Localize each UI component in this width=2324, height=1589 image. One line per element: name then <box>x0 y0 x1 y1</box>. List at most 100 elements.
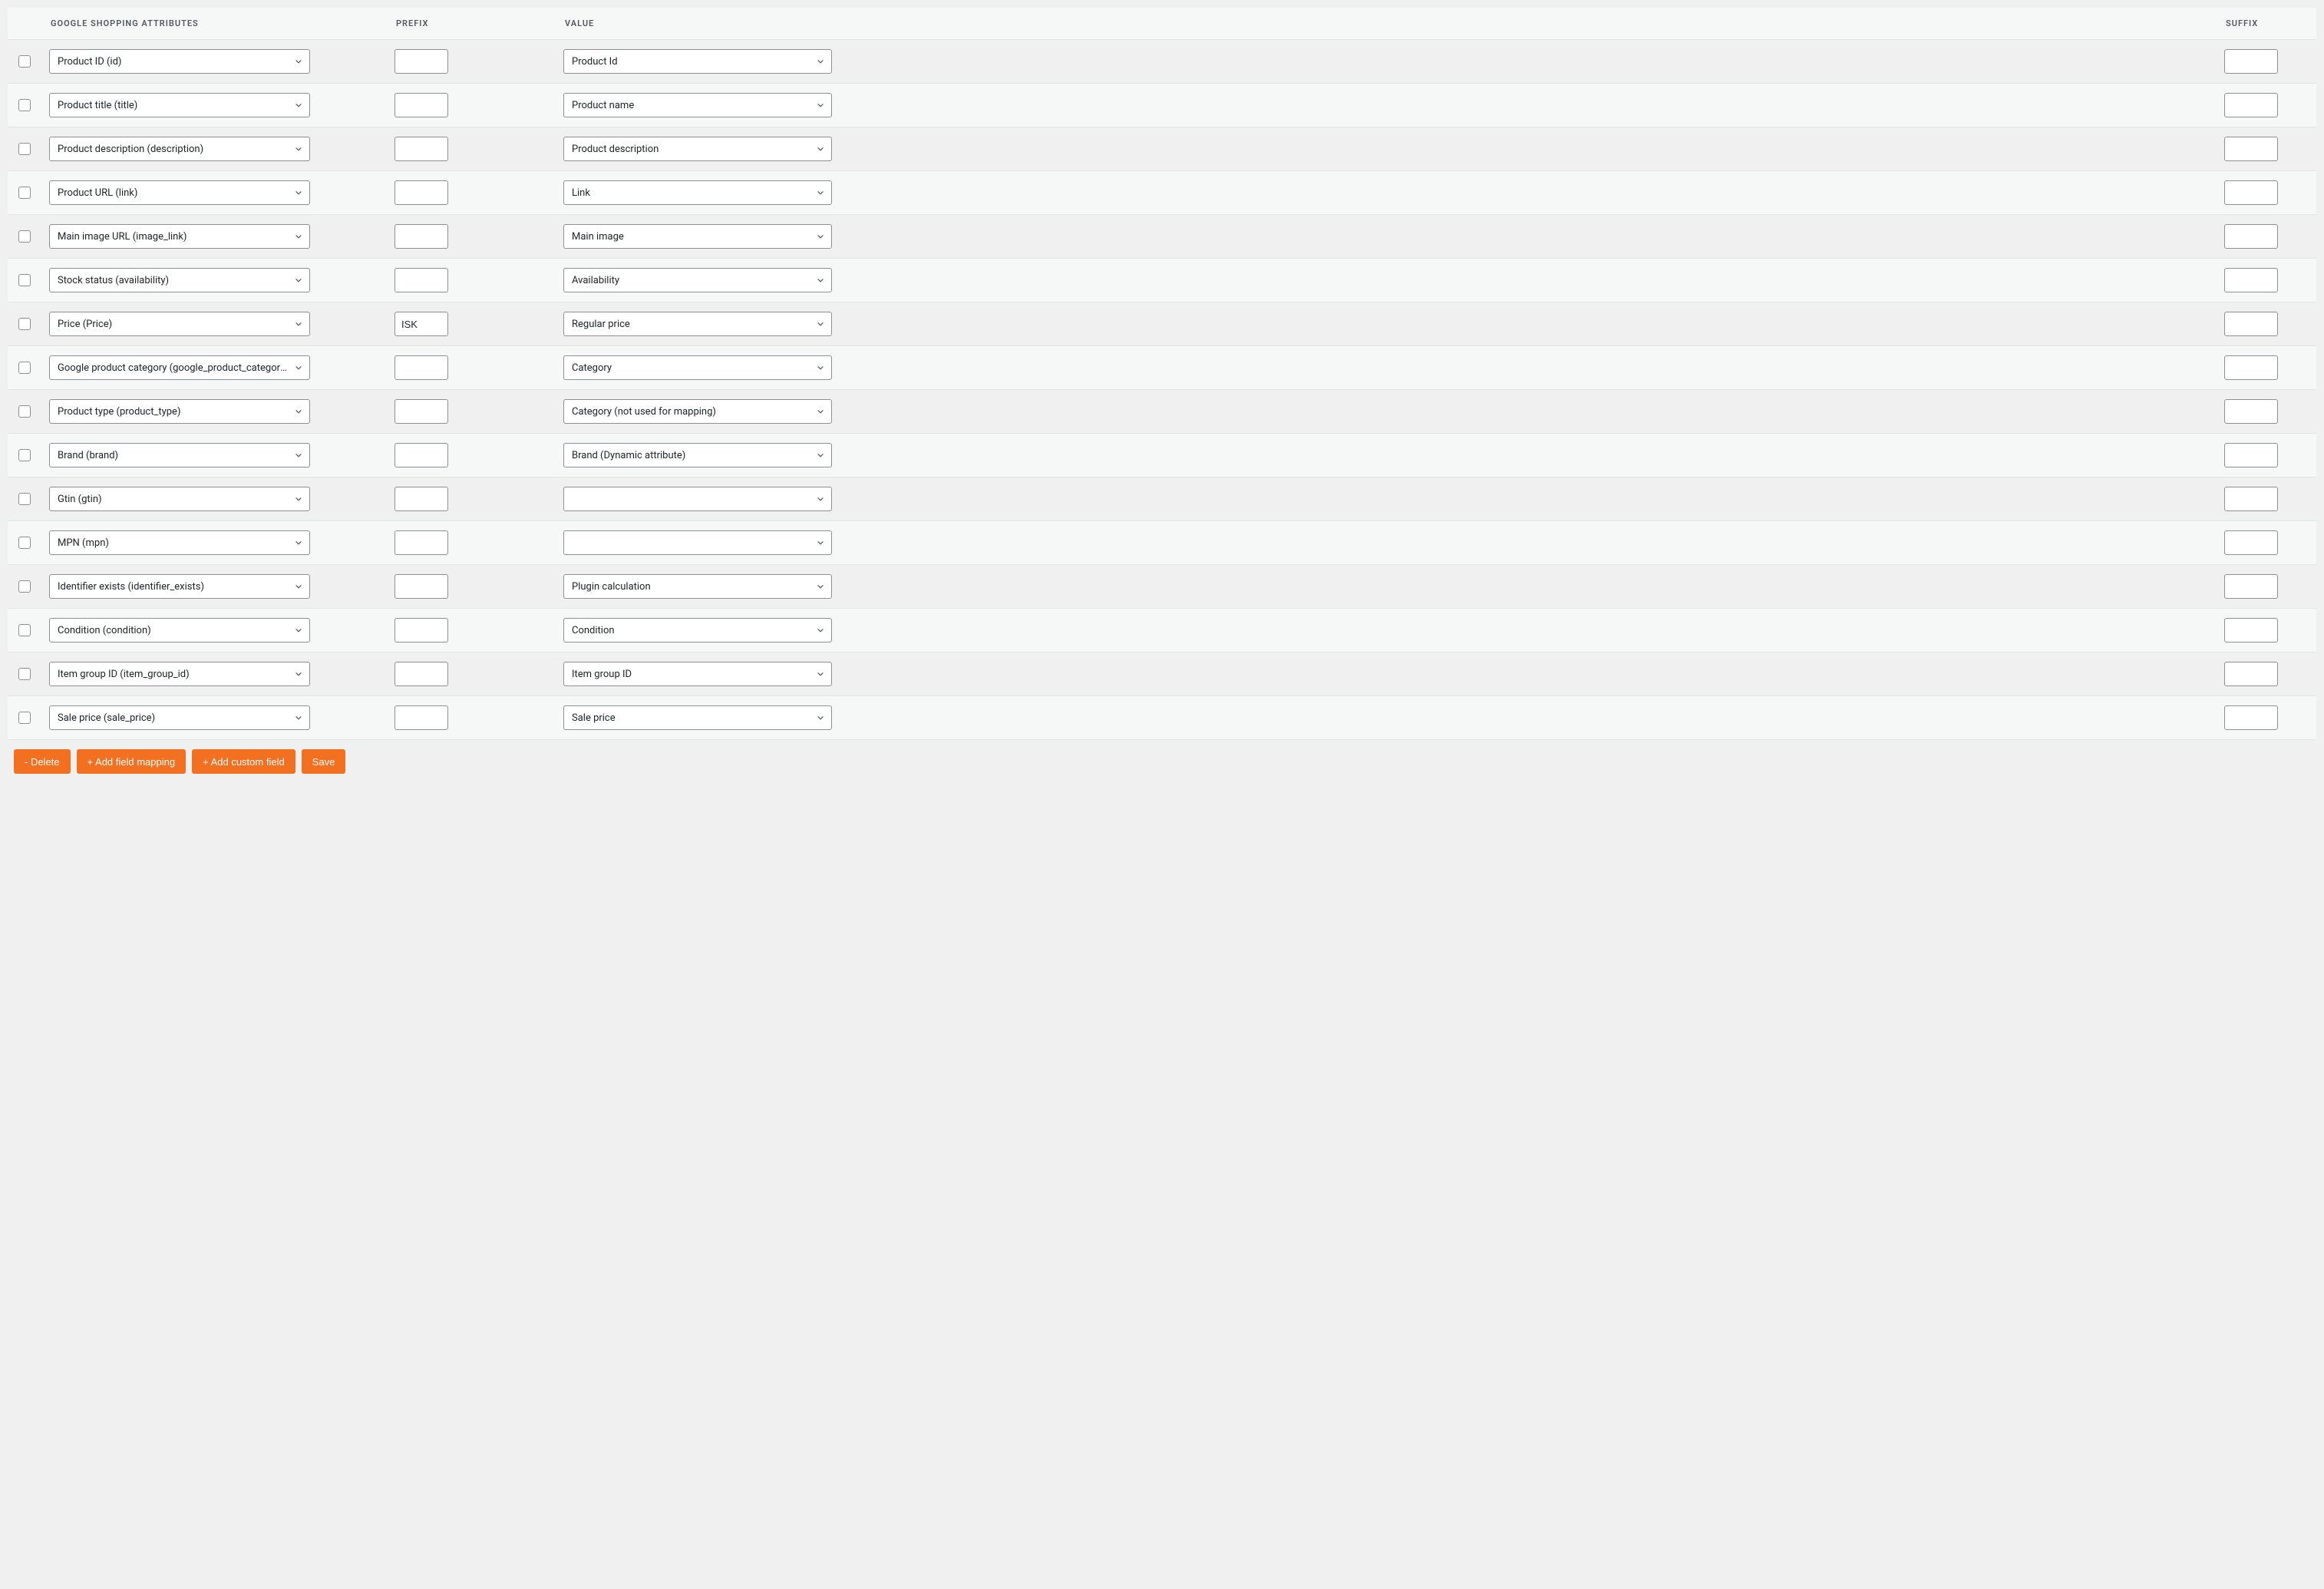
value-select[interactable]: Link <box>563 180 832 205</box>
row-checkbox[interactable] <box>18 580 31 593</box>
suffix-input[interactable] <box>2224 487 2278 511</box>
value-select[interactable] <box>563 530 832 555</box>
prefix-input[interactable] <box>394 180 448 205</box>
suffix-input[interactable] <box>2224 224 2278 249</box>
value-select[interactable] <box>563 487 832 511</box>
value-select[interactable]: Product name <box>563 93 832 117</box>
add-field-mapping-button[interactable]: + Add field mapping <box>77 749 187 774</box>
suffix-input[interactable] <box>2224 180 2278 205</box>
attribute-select-text: Google product category (google_product_… <box>50 362 309 374</box>
suffix-input[interactable] <box>2224 662 2278 686</box>
suffix-input[interactable] <box>2224 49 2278 74</box>
prefix-input[interactable] <box>394 618 448 643</box>
suffix-input[interactable] <box>2224 705 2278 730</box>
suffix-input[interactable] <box>2224 355 2278 380</box>
suffix-input[interactable] <box>2224 443 2278 467</box>
attribute-select[interactable]: Condition (condition) <box>49 618 310 643</box>
row-checkbox[interactable] <box>18 99 31 111</box>
table-row: Brand (brand) Brand (Dynamic attribute) <box>8 434 2316 477</box>
attribute-select-text: Price (Price) <box>50 319 309 330</box>
attribute-select-text: Brand (brand) <box>50 450 309 461</box>
row-checkbox[interactable] <box>18 230 31 243</box>
prefix-input[interactable] <box>394 399 448 424</box>
value-select[interactable]: Availability <box>563 268 832 292</box>
row-checkbox[interactable] <box>18 55 31 68</box>
prefix-input[interactable] <box>394 268 448 292</box>
table-row: Gtin (gtin) <box>8 477 2316 521</box>
value-select[interactable]: Product Id <box>563 49 832 74</box>
prefix-input[interactable] <box>394 530 448 555</box>
save-button[interactable]: Save <box>302 749 346 774</box>
row-checkbox[interactable] <box>18 449 31 461</box>
attribute-select[interactable]: Product type (product_type) <box>49 399 310 424</box>
prefix-input[interactable] <box>394 355 448 380</box>
value-select[interactable]: Brand (Dynamic attribute) <box>563 443 832 467</box>
suffix-input[interactable] <box>2224 268 2278 292</box>
value-select-text: Category (not used for mapping) <box>564 406 831 418</box>
prefix-input[interactable] <box>394 705 448 730</box>
prefix-input[interactable] <box>394 662 448 686</box>
row-checkbox[interactable] <box>18 668 31 680</box>
row-checkbox[interactable] <box>18 712 31 724</box>
row-checkbox[interactable] <box>18 143 31 155</box>
attribute-select[interactable]: Main image URL (image_link) <box>49 224 310 249</box>
attribute-select[interactable]: MPN (mpn) <box>49 530 310 555</box>
row-checkbox[interactable] <box>18 493 31 505</box>
table-row: Product title (title) Product name <box>8 84 2316 127</box>
value-select-text: Link <box>564 187 831 199</box>
attribute-select-text: Condition (condition) <box>50 625 309 636</box>
value-select[interactable]: Sale price <box>563 705 832 730</box>
prefix-input[interactable] <box>394 49 448 74</box>
value-select-text: Regular price <box>564 319 831 330</box>
attribute-select[interactable]: Product title (title) <box>49 93 310 117</box>
attribute-select[interactable]: Gtin (gtin) <box>49 487 310 511</box>
prefix-input[interactable] <box>394 312 448 336</box>
add-custom-field-button[interactable]: + Add custom field <box>192 749 295 774</box>
value-select[interactable]: Category (not used for mapping) <box>563 399 832 424</box>
value-select[interactable]: Plugin calculation <box>563 574 832 599</box>
value-select[interactable]: Item group ID <box>563 662 832 686</box>
attribute-select[interactable]: Product description (description) <box>49 137 310 161</box>
attribute-select[interactable]: Stock status (availability) <box>49 268 310 292</box>
row-checkbox[interactable] <box>18 624 31 636</box>
attribute-select[interactable]: Sale price (sale_price) <box>49 705 310 730</box>
attribute-select[interactable]: Product ID (id) <box>49 49 310 74</box>
delete-button[interactable]: - Delete <box>14 749 71 774</box>
table-row: Product URL (link) Link <box>8 171 2316 215</box>
suffix-input[interactable] <box>2224 618 2278 643</box>
attribute-select[interactable]: Brand (brand) <box>49 443 310 467</box>
prefix-input[interactable] <box>394 93 448 117</box>
suffix-input[interactable] <box>2224 574 2278 599</box>
value-select[interactable]: Category <box>563 355 832 380</box>
attribute-select[interactable]: Item group ID (item_group_id) <box>49 662 310 686</box>
row-checkbox[interactable] <box>18 405 31 418</box>
suffix-input[interactable] <box>2224 312 2278 336</box>
value-select[interactable]: Regular price <box>563 312 832 336</box>
row-checkbox[interactable] <box>18 537 31 549</box>
prefix-input[interactable] <box>394 443 448 467</box>
row-checkbox[interactable] <box>18 362 31 374</box>
suffix-input[interactable] <box>2224 530 2278 555</box>
suffix-input[interactable] <box>2224 93 2278 117</box>
prefix-input[interactable] <box>394 574 448 599</box>
suffix-input[interactable] <box>2224 137 2278 161</box>
table-row: Sale price (sale_price) Sale price <box>8 696 2316 740</box>
value-select-text: Condition <box>564 625 831 636</box>
attribute-select-text: Product type (product_type) <box>50 406 309 418</box>
prefix-input[interactable] <box>394 224 448 249</box>
attribute-select[interactable]: Google product category (google_product_… <box>49 355 310 380</box>
suffix-input[interactable] <box>2224 399 2278 424</box>
attribute-select[interactable]: Identifier exists (identifier_exists) <box>49 574 310 599</box>
row-checkbox[interactable] <box>18 318 31 330</box>
value-select[interactable]: Main image <box>563 224 832 249</box>
attribute-select[interactable]: Product URL (link) <box>49 180 310 205</box>
row-checkbox[interactable] <box>18 274 31 286</box>
prefix-input[interactable] <box>394 487 448 511</box>
attribute-select-text: Product ID (id) <box>50 56 309 68</box>
value-select[interactable]: Product description <box>563 137 832 161</box>
row-checkbox[interactable] <box>18 187 31 199</box>
col-header-attribute: GOOGLE SHOPPING ATTRIBUTES <box>41 8 387 40</box>
value-select[interactable]: Condition <box>563 618 832 643</box>
prefix-input[interactable] <box>394 137 448 161</box>
attribute-select[interactable]: Price (Price) <box>49 312 310 336</box>
